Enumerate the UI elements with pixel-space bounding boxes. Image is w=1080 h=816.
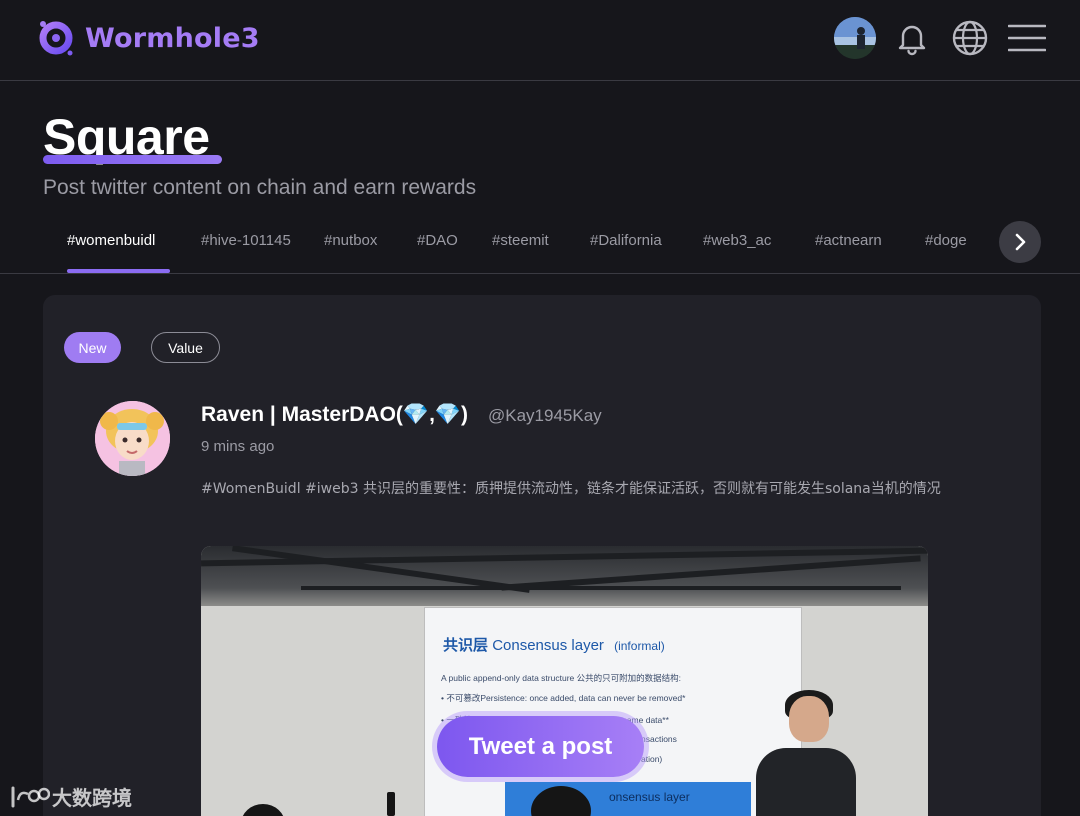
slide-title-cn: 共识层 (443, 637, 489, 654)
audience-item (387, 792, 395, 816)
image-ceiling (201, 546, 928, 606)
slide-footer-text: onsensus layer (609, 790, 690, 804)
post-author-avatar[interactable] (95, 401, 170, 476)
tab-actnearn[interactable]: #actnearn (815, 232, 882, 249)
post-timestamp: 9 mins ago (201, 438, 275, 455)
speaker-body (756, 748, 856, 816)
bell-icon[interactable] (893, 19, 931, 57)
slide-line-4: nsactions (641, 734, 677, 744)
active-tab-indicator (67, 269, 170, 273)
filter-new-button[interactable]: New (64, 332, 121, 363)
user-avatar[interactable] (834, 17, 876, 59)
slide-title-en: Consensus layer (492, 637, 604, 654)
avatar-photo (834, 17, 876, 59)
post-author-name[interactable]: Raven | MasterDAO(💎,💎) (201, 403, 468, 427)
cartoon-avatar-image (95, 401, 170, 476)
tag-tabs: #womenbuidl #hive-101145 #nutbox #DAO #s… (0, 220, 1080, 274)
tab-web3-ac[interactable]: #web3_ac (703, 232, 771, 249)
watermark-text: 大数跨境 (52, 786, 132, 810)
globe-icon[interactable] (951, 19, 989, 57)
watermark-logo-icon (11, 786, 50, 807)
tabs-next-button[interactable] (999, 221, 1041, 263)
tab-doge[interactable]: #doge (925, 232, 967, 249)
title-underline (43, 155, 222, 164)
chevron-right-icon (1015, 233, 1026, 251)
tab-womenbuidl[interactable]: #womenbuidl (67, 232, 155, 249)
wormhole-logo-icon (39, 21, 73, 56)
watermark: 大数跨境 (10, 782, 132, 811)
presentation-slide: 共识层 Consensus layer (informal) A public … (425, 608, 801, 816)
slide-tag: (informal) (614, 639, 665, 653)
app-name: Wormhole3 (85, 22, 260, 54)
tweet-a-post-button[interactable]: Tweet a post (437, 716, 644, 777)
filter-value-button[interactable]: Value (151, 332, 220, 363)
post-author-handle[interactable]: @Kay1945Kay (488, 406, 602, 426)
app-logo[interactable]: Wormhole3 (37, 19, 260, 57)
page-subtitle: Post twitter content on chain and earn r… (43, 176, 477, 199)
post-content: #WomenBuidl #iweb3 共识层的重要性：质押提供流动性，链条才能保… (201, 481, 941, 497)
tab-steemit[interactable]: #steemit (492, 232, 549, 249)
slide-line-1: A public append-only data structure 公共的只… (441, 673, 681, 683)
slide-line-2: • 不可篡改Persistence: once added, data can … (441, 693, 686, 703)
tab-hive-101145[interactable]: #hive-101145 (201, 232, 291, 249)
tab-dalifornia[interactable]: #Dalifornia (590, 232, 662, 249)
tab-dao[interactable]: #DAO (417, 232, 458, 249)
menu-icon[interactable] (1008, 19, 1046, 57)
tab-nutbox[interactable]: #nutbox (324, 232, 377, 249)
top-header: Wormhole3 (0, 0, 1080, 81)
speaker-head (789, 696, 829, 742)
slide-line-5: ation) (641, 754, 663, 764)
